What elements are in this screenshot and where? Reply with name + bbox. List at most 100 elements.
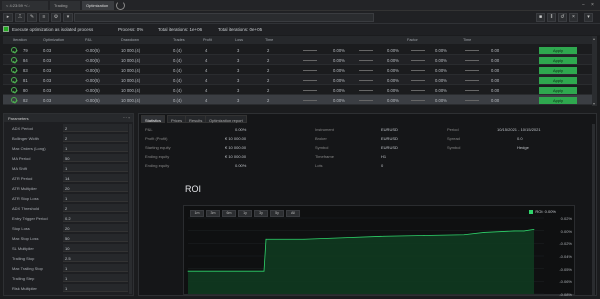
parameter-input[interactable]: 10 xyxy=(63,244,128,252)
stat-value: EURUSD xyxy=(381,127,398,132)
parameter-row: Max Orders (Long) 1 xyxy=(8,144,128,152)
col-header[interactable]: Profit xyxy=(203,38,212,42)
stat-label: Lots xyxy=(315,163,323,168)
pause-icon[interactable]: ‖ xyxy=(547,13,556,22)
cell-bar xyxy=(303,59,317,61)
tab-prices[interactable]: Prices xyxy=(167,115,187,123)
table-row[interactable]: 79 0.03 -0.00(5) 10 000.(4) 0.(4) 4 3 2 0.00% 0.0… xyxy=(3,45,597,55)
apply-button[interactable]: Apply xyxy=(539,86,577,94)
parameter-input[interactable]: 1 xyxy=(63,194,128,202)
parameter-label: Max Orders (Long) xyxy=(12,145,46,151)
check-circle-icon xyxy=(11,67,17,73)
tab-trading[interactable]: Trading xyxy=(50,1,80,10)
scroll-up-icon[interactable]: ▴ xyxy=(593,36,595,41)
table-row[interactable]: 84 0.03 -0.00(5) 10 000.(4) 0.(4) 4 3 2 0.00% 0.0… xyxy=(3,55,597,65)
col-header[interactable]: Optimization xyxy=(43,38,64,42)
table-cell: 2 xyxy=(267,58,270,63)
col-header[interactable]: Drawdown xyxy=(121,38,139,42)
run-icon[interactable]: ▸ xyxy=(3,13,13,22)
parameter-input[interactable]: 2 xyxy=(63,124,128,132)
table-cell: 0.00% xyxy=(333,98,345,103)
apply-button[interactable]: Apply xyxy=(539,46,577,54)
parameter-input[interactable]: 20 xyxy=(63,184,128,192)
parameters-scrollbar[interactable] xyxy=(129,124,132,294)
parameter-input[interactable]: 1 xyxy=(63,284,128,292)
tab-results[interactable]: Results xyxy=(185,115,207,123)
tab-0[interactable]: < 4:23:59 +/-: xyxy=(2,1,48,10)
stop-icon[interactable]: ■ xyxy=(536,13,545,22)
parameter-row: SL Multiplier 10 xyxy=(8,244,128,252)
minimize-icon[interactable]: − xyxy=(582,2,588,8)
col-header[interactable]: Trades xyxy=(173,38,185,42)
stat-value: 0.0 xyxy=(517,136,523,141)
toolbar-field[interactable] xyxy=(74,13,374,22)
parameter-input[interactable]: 50 xyxy=(63,234,128,242)
tab-optimization-report[interactable]: Optimization report xyxy=(205,115,247,123)
results-scrollbar[interactable]: ▴ ▾ xyxy=(592,36,597,106)
stat-value: Hedge xyxy=(517,145,529,150)
parameter-label: ATR Stop Loss xyxy=(12,195,39,201)
parameter-input[interactable]: 1 xyxy=(63,164,128,172)
y-tick-label: -0.02% xyxy=(559,241,572,247)
col-header[interactable]: P&L xyxy=(85,38,92,42)
dropdown-icon[interactable]: ▾ xyxy=(63,13,73,22)
stat-label: Profit (Profit) xyxy=(145,136,168,141)
parameter-input[interactable]: 2.5 xyxy=(63,254,128,262)
parameter-input[interactable]: 1 xyxy=(63,274,128,282)
isolated-process-checkbox[interactable] xyxy=(3,26,9,32)
split-icon[interactable]: ⎍ xyxy=(15,13,25,22)
content-scrollbar[interactable] xyxy=(592,124,595,295)
expand-icon[interactable]: ▾ xyxy=(584,13,593,22)
parameter-input[interactable]: 0.2 xyxy=(63,214,128,222)
table-cell: 0.00% xyxy=(387,88,399,93)
apply-button[interactable]: Apply xyxy=(539,56,577,64)
parameter-input[interactable]: 1 xyxy=(63,144,128,152)
parameter-label: ATR Multiplier xyxy=(12,185,37,191)
cell-bar xyxy=(359,89,373,91)
y-tick-label: -0.08% xyxy=(559,292,572,297)
stat-label: Starting equity xyxy=(145,145,171,150)
table-cell: 0.(4) xyxy=(173,78,182,83)
panel-menu-icon[interactable]: ⋯ ▫ xyxy=(123,115,130,121)
cell-bar xyxy=(411,59,425,61)
parameter-label: SL Multiplier xyxy=(12,245,34,251)
col-header[interactable]: Factor xyxy=(407,38,418,42)
parameter-input[interactable]: 1 xyxy=(63,264,128,272)
scroll-down-icon[interactable]: ▾ xyxy=(593,101,595,106)
col-header[interactable]: Iteration xyxy=(13,38,27,42)
table-cell: 0.00% xyxy=(435,68,447,73)
parameter-row: ADX Threshold 2 xyxy=(8,204,128,212)
table-row[interactable]: 83 0.03 -0.00(5) 10 000.(4) 0.(4) 4 3 2 0.00% 0.0… xyxy=(3,65,597,75)
col-header[interactable]: Time xyxy=(463,38,471,42)
close-icon[interactable]: × xyxy=(569,13,578,22)
roi-title: ROI xyxy=(185,184,202,194)
parameter-label: Bollinger Width xyxy=(12,135,39,141)
table-cell: 4 xyxy=(205,58,208,63)
table-cell: 0.03 xyxy=(43,68,52,73)
check-circle-icon xyxy=(11,57,17,63)
parameter-input[interactable]: 2 xyxy=(63,134,128,142)
stat-value: 0.00% xyxy=(235,163,247,168)
apply-button[interactable]: Apply xyxy=(539,76,577,84)
table-row[interactable]: 80 0.03 -0.00(5) 10 000.(4) 0.(4) 4 3 2 0.00% 0.0… xyxy=(3,85,597,95)
table-cell: 82 xyxy=(23,98,28,103)
table-row[interactable]: 82 0.03 -0.00(5) 10 000.(4) 0.(4) 4 3 2 0.00% 0.0… xyxy=(3,95,597,105)
reset-icon[interactable]: ↺ xyxy=(558,13,567,22)
parameter-input[interactable]: 14 xyxy=(63,174,128,182)
table-cell: 0.00 xyxy=(491,68,500,73)
table-cell: -0.00(5) xyxy=(85,78,100,83)
brush-icon[interactable]: ≡ xyxy=(39,13,49,22)
apply-button[interactable]: Apply xyxy=(539,96,577,104)
tab-optimization[interactable]: Optimization xyxy=(82,1,114,10)
parameter-input[interactable]: 50 xyxy=(63,154,128,162)
table-row[interactable]: 81 0.03 -0.00(5) 10 000.(4) 0.(4) 4 3 2 0.00% 0.0… xyxy=(3,75,597,85)
parameter-input[interactable]: 20 xyxy=(63,224,128,232)
col-header[interactable]: Loss xyxy=(235,38,243,42)
close-window-icon[interactable]: × xyxy=(591,2,597,8)
parameter-input[interactable]: 2 xyxy=(63,204,128,212)
col-header[interactable]: Time xyxy=(265,38,273,42)
edit-icon[interactable]: ✎ xyxy=(27,13,37,22)
apply-button[interactable]: Apply xyxy=(539,66,577,74)
settings-icon[interactable]: ⚙ xyxy=(51,13,61,22)
tab-statistics[interactable]: Statistics xyxy=(141,115,166,123)
